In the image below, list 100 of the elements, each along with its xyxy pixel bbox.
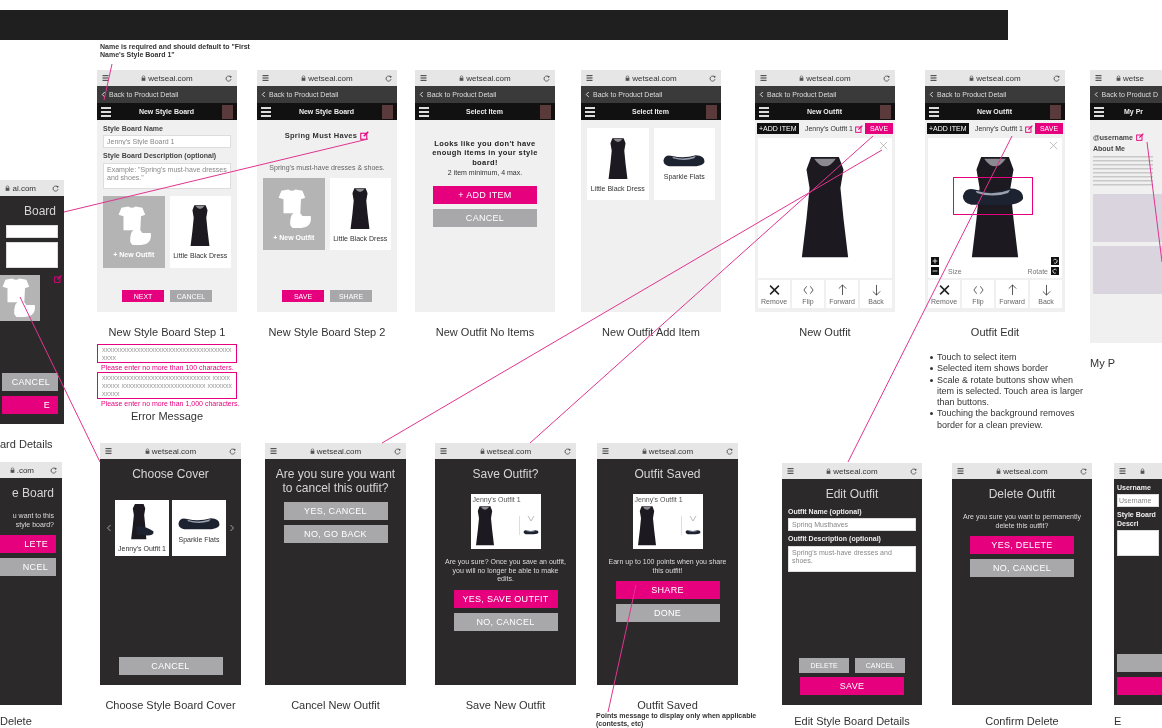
rotate-icon[interactable] [1051, 257, 1059, 265]
reload-icon[interactable] [564, 447, 571, 455]
screen-caption: Cancel New Outfit [291, 699, 380, 711]
button[interactable]: NO, GO BACK [283, 524, 388, 543]
screen-caption: Choose Style Board Cover [105, 699, 236, 711]
button[interactable]: CANCEL [433, 209, 537, 228]
button[interactable]: CANCEL [118, 657, 223, 675]
button[interactable]: SAVE [800, 677, 904, 695]
reload-icon[interactable] [543, 74, 550, 82]
close-icon [938, 283, 950, 296]
lock-icon [996, 468, 1002, 474]
new-outfit-tile[interactable] [0, 274, 40, 321]
screen-caption: Edit Style Board Details [794, 715, 910, 727]
url-text: wetseal.com [976, 73, 1021, 83]
down-arrow-icon [870, 283, 882, 296]
button[interactable]: LETE [0, 535, 56, 554]
shoe-item[interactable] [954, 178, 1032, 214]
edit-icon[interactable] [1135, 133, 1144, 141]
bullet-text: Touching the background removes border for a clean preview. [937, 408, 1076, 431]
screen-caption: New Style Board Step 1 [108, 326, 226, 338]
menu-icon[interactable] [419, 106, 429, 117]
url-text: wetseal.com [1003, 466, 1048, 476]
input-field[interactable] [6, 224, 58, 238]
menu-icon[interactable] [585, 106, 595, 117]
input-field[interactable] [6, 241, 58, 268]
menu-icon[interactable] [1094, 106, 1104, 117]
avatar-placeholder [880, 104, 891, 119]
reload-icon[interactable] [394, 447, 401, 455]
photo-placeholder [1093, 194, 1162, 242]
bullet-icon [930, 412, 933, 416]
bullet-text: Selected item shows border [937, 363, 1049, 375]
edit-icon[interactable] [54, 274, 62, 283]
reload-icon[interactable] [1053, 74, 1060, 82]
lock-icon [141, 75, 147, 81]
edit-icon[interactable] [1025, 124, 1033, 133]
dialog-title: Choose Cover [131, 466, 210, 483]
lock-icon [625, 75, 631, 81]
necklace-icon [688, 516, 697, 523]
url-text: .com [16, 465, 34, 475]
button[interactable]: NO, CANCEL [970, 559, 1074, 578]
reload-icon[interactable] [883, 74, 890, 82]
url-text: wetseal.com [466, 73, 511, 83]
reload-icon[interactable] [225, 74, 232, 82]
chevron-left-icon[interactable] [1094, 91, 1099, 98]
button[interactable]: DONE [615, 604, 720, 623]
dress-and-shoe-drawing [128, 503, 156, 542]
reload-icon[interactable] [385, 74, 392, 82]
button[interactable]: YES, SAVE OUTFIT [453, 590, 558, 609]
reload-icon[interactable] [50, 466, 57, 474]
button[interactable]: YES, DELETE [970, 536, 1074, 555]
url-text: wetseal.com [316, 446, 362, 456]
rotate-icon[interactable] [1051, 267, 1059, 275]
button[interactable]: YES, CANCEL [283, 501, 388, 520]
reload-icon[interactable] [52, 184, 59, 192]
dialog-title: e Board [10, 485, 55, 502]
chevron-left-icon[interactable] [929, 91, 934, 98]
dialog-title: Outfit Saved [633, 466, 702, 483]
dialog-title: Save Outfit? [471, 466, 540, 483]
menu-icon[interactable] [759, 106, 769, 117]
avatar-placeholder [1050, 104, 1061, 119]
chevron-left-icon[interactable] [585, 91, 590, 98]
bullet-icon [930, 367, 933, 371]
avatar-placeholder [540, 104, 551, 119]
chevron-left-icon[interactable] [419, 91, 424, 98]
edit-icon[interactable] [360, 131, 370, 140]
chevron-left-icon[interactable] [261, 91, 266, 98]
plus-icon[interactable] [931, 257, 939, 265]
reload-icon[interactable] [229, 447, 236, 455]
up-arrow-icon [836, 283, 848, 296]
lock-icon [826, 468, 832, 474]
minus-icon[interactable] [931, 267, 939, 275]
lock-icon [1140, 468, 1145, 474]
button[interactable]: + ADD ITEM [433, 186, 537, 205]
photo-placeholder [1093, 246, 1162, 294]
button[interactable]: NO, CANCEL [453, 613, 558, 632]
outfit-canvas[interactable] [758, 138, 892, 278]
lock-icon [799, 75, 805, 81]
chevron-left-icon[interactable] [759, 91, 764, 98]
button[interactable]: E [2, 396, 58, 414]
chevron-left-icon[interactable] [101, 91, 106, 98]
button[interactable]: CANCEL [2, 373, 58, 391]
input-field[interactable] [1117, 530, 1159, 557]
menu-icon[interactable] [101, 106, 111, 117]
screen-caption: New Outfit [799, 326, 851, 338]
button[interactable]: NCEL [0, 558, 56, 577]
reload-icon[interactable] [709, 74, 716, 82]
reload-icon[interactable] [1080, 467, 1087, 475]
edit-icon[interactable] [855, 124, 863, 133]
menu-icon[interactable] [261, 106, 271, 117]
reload-icon[interactable] [910, 467, 917, 475]
button[interactable]: SHARE [615, 581, 720, 600]
url-text: wetseal.com [632, 73, 677, 83]
url-text: wetseal.com [648, 446, 694, 456]
screen-caption: E [1114, 715, 1122, 727]
close-icon [768, 283, 780, 296]
screen-caption: ard Details [0, 438, 53, 450]
screen-caption: My P [1090, 357, 1116, 369]
lock-icon [5, 185, 11, 191]
reload-icon[interactable] [726, 447, 733, 455]
menu-icon[interactable] [929, 106, 939, 117]
